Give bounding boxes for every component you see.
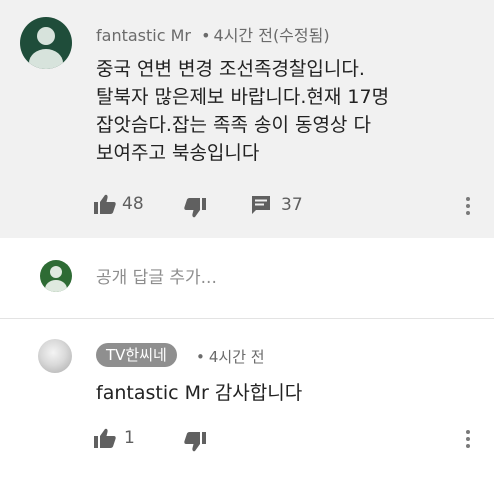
comment-header: fantastic Mr • 4시간 전(수정됨) <box>96 22 330 46</box>
comment-body: 중국 연변 변경 조선족경찰입니다. 탈북자 많은제보 바랍니다.현재 17명 … <box>96 55 389 167</box>
separator-dot: • <box>196 348 205 366</box>
comment-line: 중국 연변 변경 조선족경찰입니다. <box>96 58 365 80</box>
comment-time: 4시간 전(수정됨) <box>213 26 330 45</box>
dislike-button[interactable] <box>184 198 206 218</box>
comment-author[interactable]: fantastic Mr <box>96 26 191 45</box>
comment-bubble-icon <box>251 195 271 215</box>
thumbs-up-icon <box>94 194 116 214</box>
reply-like-button[interactable]: 1 <box>94 428 135 448</box>
like-count: 48 <box>122 194 144 214</box>
divider <box>0 318 494 319</box>
thumbs-down-icon <box>184 432 206 452</box>
author-chip[interactable]: TV한씨네 <box>96 343 177 367</box>
reply-count: 37 <box>281 195 303 215</box>
comment-line: 탈북자 많은제보 바랍니다.현재 17명 <box>96 86 390 108</box>
reply-button[interactable]: 37 <box>251 195 303 215</box>
reply-header: • 4시간 전 <box>196 346 265 367</box>
add-reply-input[interactable]: 공개 답글 추가... <box>96 263 217 288</box>
thumbs-down-icon <box>184 198 206 218</box>
reply-body: fantastic Mr 감사합니다 <box>96 382 303 404</box>
comment-line: 잡앗슴다.잡는 족족 송이 동영상 다 <box>96 114 371 136</box>
reply-dislike-button[interactable] <box>184 432 206 452</box>
commenter-avatar[interactable] <box>20 17 72 69</box>
replier-avatar[interactable] <box>38 339 72 373</box>
separator-dot: • <box>201 26 211 45</box>
reply-time: 4시간 전 <box>208 348 265 366</box>
comment-thread: fantastic Mr • 4시간 전(수정됨) 중국 연변 변경 조선족경찰입… <box>0 0 494 238</box>
thumbs-up-icon <box>94 428 116 448</box>
like-button[interactable]: 48 <box>94 194 144 214</box>
comment-line: 보여주고 북송입니다 <box>96 142 260 164</box>
more-options-icon[interactable] <box>465 197 471 218</box>
current-user-avatar <box>40 260 72 292</box>
reply-more-options-icon[interactable] <box>465 430 471 451</box>
reply-like-count: 1 <box>124 428 135 448</box>
